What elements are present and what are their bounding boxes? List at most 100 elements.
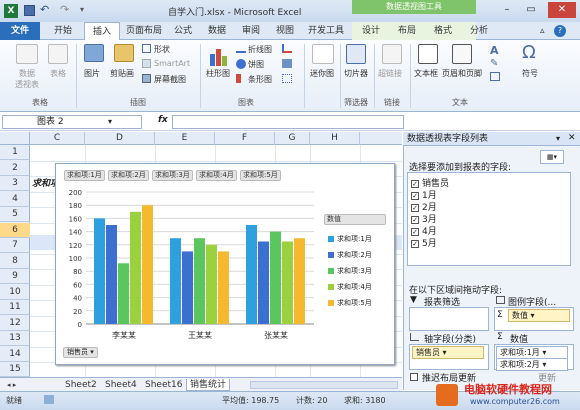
checkbox-checked-icon[interactable]: ✓ bbox=[411, 239, 419, 248]
tab-analyze[interactable]: 分析 bbox=[470, 22, 488, 40]
line-chart-label[interactable]: 折线图 bbox=[248, 44, 272, 55]
minimize-icon[interactable]: – bbox=[496, 2, 518, 18]
defer-update-checkbox[interactable] bbox=[410, 373, 418, 381]
select-all-corner[interactable] bbox=[0, 132, 30, 145]
picture-label[interactable]: 图片 bbox=[84, 68, 100, 79]
row-header[interactable]: 3 bbox=[0, 176, 30, 191]
pivot-table-label[interactable]: 数据 透视表 bbox=[12, 68, 42, 90]
row-header[interactable]: 2 bbox=[0, 161, 30, 176]
column-header[interactable]: F bbox=[215, 132, 275, 145]
tab-page-layout[interactable]: 页面布局 bbox=[126, 22, 162, 40]
value-field-button[interactable]: 求和项:4月 bbox=[196, 170, 237, 181]
value-field-button[interactable]: 求和项:5月 bbox=[240, 170, 281, 181]
legend-field-chip[interactable]: 数值 ▾ bbox=[508, 309, 570, 322]
sheet-tab-active[interactable]: 销售统计 bbox=[186, 379, 231, 391]
row-header[interactable]: 7 bbox=[0, 238, 30, 253]
row-header[interactable]: 8 bbox=[0, 254, 30, 269]
hyperlink-label[interactable]: 超链接 bbox=[378, 68, 402, 79]
row-header[interactable]: 15 bbox=[0, 362, 30, 377]
checkbox-checked-icon[interactable]: ✓ bbox=[411, 215, 419, 224]
smartart-icon[interactable] bbox=[142, 59, 151, 68]
column-header[interactable]: H bbox=[310, 132, 360, 145]
sheet-tab[interactable]: Sheet16 bbox=[142, 379, 185, 391]
scatter-chart-icon[interactable] bbox=[282, 74, 292, 83]
pie-chart-icon[interactable] bbox=[236, 59, 246, 69]
table-icon[interactable] bbox=[48, 44, 68, 64]
screenshot-icon[interactable] bbox=[142, 74, 151, 83]
undo-icon[interactable]: ↶ bbox=[40, 3, 49, 16]
name-box-dropdown-icon[interactable]: ▾ bbox=[108, 117, 112, 126]
bar-chart-label[interactable]: 条形图 bbox=[248, 74, 272, 85]
legend-title[interactable]: 数值 bbox=[324, 214, 386, 225]
tab-insert[interactable]: 插入 bbox=[84, 22, 120, 40]
row-header[interactable]: 13 bbox=[0, 331, 30, 346]
area-chart-icon[interactable] bbox=[282, 59, 292, 68]
tab-review[interactable]: 审阅 bbox=[242, 22, 260, 40]
pane-dropdown-icon[interactable]: ▾ bbox=[556, 134, 560, 143]
formula-input[interactable] bbox=[172, 115, 404, 129]
axis-field-chip[interactable]: 销售员 ▾ bbox=[412, 346, 484, 359]
symbol-icon[interactable]: Ω bbox=[522, 42, 536, 63]
column-chart-label[interactable]: 柱形图 bbox=[206, 68, 230, 79]
screenshot-label[interactable]: 屏幕截图 bbox=[154, 74, 186, 85]
checkbox-checked-icon[interactable]: ✓ bbox=[411, 191, 419, 200]
macro-record-icon[interactable] bbox=[44, 395, 54, 404]
quick-access-dropdown-icon[interactable]: ▾ bbox=[80, 5, 84, 14]
value-field-button[interactable]: 求和项:2月 bbox=[108, 170, 149, 181]
slicer-icon[interactable] bbox=[346, 44, 366, 64]
sparkline-label[interactable]: 迷你图 bbox=[310, 68, 334, 79]
row-header[interactable]: 1 bbox=[0, 145, 30, 160]
restore-icon[interactable]: ▭ bbox=[520, 2, 542, 18]
column-header[interactable]: G bbox=[275, 132, 310, 145]
tab-developer[interactable]: 开发工具 bbox=[308, 22, 344, 40]
tab-layout[interactable]: 布局 bbox=[398, 22, 416, 40]
pivot-chart[interactable]: 求和项:1月 求和项:2月 求和项:3月 求和项:4月 求和项:5月 0 20 40… bbox=[55, 163, 395, 365]
row-header[interactable]: 4 bbox=[0, 192, 30, 207]
table-label[interactable]: 表格 bbox=[50, 68, 66, 79]
sparkline-icon[interactable] bbox=[312, 44, 334, 64]
save-icon[interactable] bbox=[24, 5, 35, 16]
name-box[interactable]: 图表 2 bbox=[2, 115, 142, 129]
picture-icon[interactable] bbox=[84, 44, 104, 62]
row-header[interactable]: 5 bbox=[0, 207, 30, 222]
signature-icon[interactable]: ✎ bbox=[490, 58, 498, 69]
column-header[interactable]: E bbox=[155, 132, 215, 145]
more-charts-icon[interactable] bbox=[282, 44, 292, 53]
column-header[interactable]: C bbox=[30, 132, 85, 145]
value-field-button[interactable]: 求和项:3月 bbox=[152, 170, 193, 181]
row-header[interactable]: 11 bbox=[0, 300, 30, 315]
tab-formulas[interactable]: 公式 bbox=[174, 22, 192, 40]
pie-chart-label[interactable]: 饼图 bbox=[248, 59, 264, 70]
axis-field-button[interactable]: 销售员 ▾ bbox=[63, 347, 98, 358]
field-item[interactable]: ✓ 5月 bbox=[411, 236, 437, 249]
tab-view[interactable]: 视图 bbox=[276, 22, 294, 40]
checkbox-checked-icon[interactable]: ✓ bbox=[411, 227, 419, 236]
sheet-tab[interactable]: Sheet2 bbox=[62, 379, 100, 391]
close-icon[interactable]: ✕ bbox=[548, 2, 576, 18]
bar-chart-icon[interactable] bbox=[236, 74, 246, 83]
minimize-ribbon-icon[interactable]: ▵ bbox=[540, 26, 545, 36]
pivot-table-icon[interactable] bbox=[16, 44, 38, 64]
values-field-chip[interactable]: 求和项:2月 ▾ bbox=[496, 358, 568, 371]
textbox-icon[interactable] bbox=[418, 44, 438, 64]
textbox-label[interactable]: 文本框 bbox=[414, 68, 438, 79]
checkbox-checked-icon[interactable]: ✓ bbox=[411, 203, 419, 212]
value-field-button[interactable]: 求和项:1月 bbox=[64, 170, 105, 181]
row-header[interactable]: 12 bbox=[0, 316, 30, 331]
row-header[interactable]: 6 bbox=[0, 222, 30, 238]
tab-home[interactable]: 开始 bbox=[54, 22, 72, 40]
horizontal-scrollbar[interactable] bbox=[250, 381, 398, 389]
line-chart-icon[interactable] bbox=[236, 44, 246, 53]
tab-file[interactable]: 文件 bbox=[0, 22, 40, 40]
field-layout-button[interactable]: ▦▾ bbox=[540, 150, 564, 164]
symbol-label[interactable]: 符号 bbox=[522, 68, 538, 79]
smartart-label[interactable]: SmartArt bbox=[154, 59, 190, 68]
shapes-icon[interactable] bbox=[142, 44, 151, 53]
clipart-icon[interactable] bbox=[114, 44, 134, 62]
column-header[interactable]: D bbox=[85, 132, 155, 145]
help-icon[interactable]: ? bbox=[554, 25, 566, 37]
sheet-nav-icon[interactable]: ◂ ▸ bbox=[4, 379, 19, 391]
fx-button[interactable]: fx bbox=[158, 115, 168, 125]
header-footer-icon[interactable] bbox=[452, 44, 472, 64]
tab-format[interactable]: 格式 bbox=[434, 22, 452, 40]
